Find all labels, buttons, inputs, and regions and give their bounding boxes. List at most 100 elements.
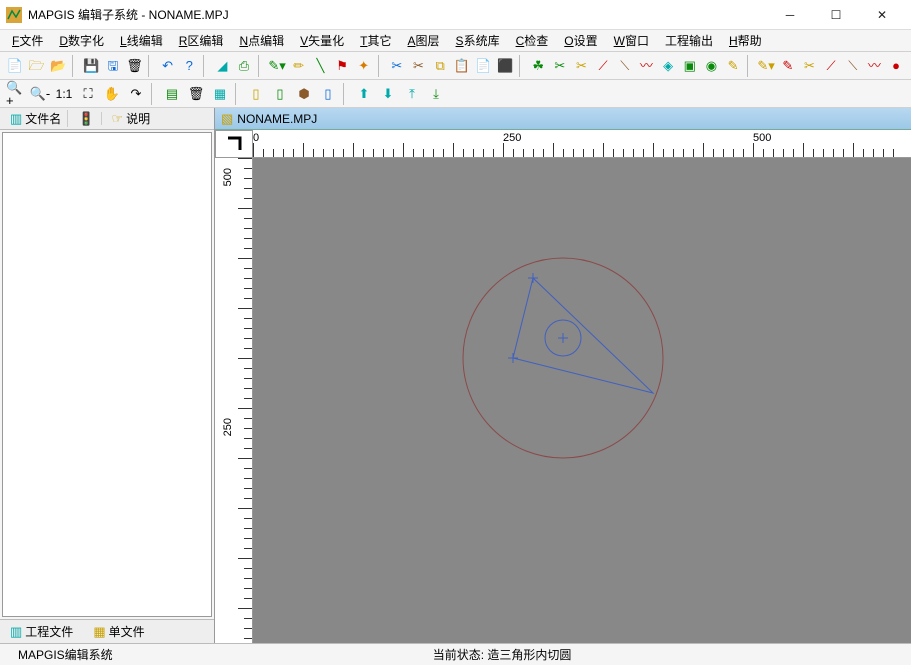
- ground-icon[interactable]: ⤓: [425, 83, 447, 105]
- toolbar-view: 🔍+🔍-1:1⛶✋↷▤🗑▦▯▯⬢▯⬆⬇⤒⤓: [0, 80, 911, 108]
- fill-icon[interactable]: ◉: [702, 55, 722, 77]
- main-area: ▥ 文件名 🚦 ☞ 说明 ▥ 工程文件 ▦ 单文件 ▧: [0, 108, 911, 643]
- project-icon: ▥: [10, 625, 22, 638]
- scissors-b-icon[interactable]: ✂: [572, 55, 592, 77]
- wave-icon[interactable]: 〰: [865, 55, 885, 77]
- status-state-label: 当前状态:: [433, 648, 484, 662]
- brush-icon[interactable]: ✎▾: [267, 55, 287, 77]
- menu-帮助[interactable]: H帮助: [721, 30, 770, 51]
- menu-工程输出[interactable]: 工程输出: [657, 30, 721, 51]
- pan-icon[interactable]: ✋: [101, 83, 123, 105]
- link-icon[interactable]: ☘: [528, 55, 548, 77]
- status-state-value: 造三角形内切圆: [487, 648, 571, 662]
- col-desc-label: 说明: [126, 110, 150, 127]
- work-area: ▧ NONAME.MPJ 0250500 500250: [215, 108, 911, 643]
- angle-a-icon[interactable]: ⟋: [593, 55, 613, 77]
- document-titlebar[interactable]: ▧ NONAME.MPJ: [215, 108, 911, 130]
- menu-文件[interactable]: F文件: [4, 30, 51, 51]
- canvas[interactable]: [253, 158, 893, 628]
- col-status[interactable]: 🚦: [72, 112, 101, 125]
- file-tree[interactable]: [2, 132, 212, 617]
- curve-a-icon[interactable]: 〰: [637, 55, 657, 77]
- window-title: MAPGIS 编辑子系统 - NONAME.MPJ: [28, 6, 767, 23]
- node-icon[interactable]: ◈: [658, 55, 678, 77]
- area-icon[interactable]: ▣: [680, 55, 700, 77]
- line-draw-icon[interactable]: ╲: [311, 55, 331, 77]
- cut-icon[interactable]: ✂: [387, 55, 407, 77]
- minimize-button[interactable]: ─: [767, 1, 813, 29]
- arc-a-icon[interactable]: ⟋: [821, 55, 841, 77]
- arrow-up-icon[interactable]: ⬆: [353, 83, 375, 105]
- traffic-icon: 🚦: [78, 112, 94, 125]
- ruler-corner[interactable]: [215, 130, 253, 158]
- trash-icon[interactable]: 🗑: [185, 83, 207, 105]
- side-header: ▥ 文件名 🚦 ☞ 说明: [0, 108, 214, 130]
- titlebar: MAPGIS 编辑子系统 - NONAME.MPJ ─ ☐ ✕: [0, 0, 911, 30]
- arc-b-icon[interactable]: ⟍: [843, 55, 863, 77]
- open-file-icon[interactable]: 🗁: [27, 55, 47, 77]
- cut-c-icon[interactable]: ✂: [800, 55, 820, 77]
- maximize-button[interactable]: ☐: [813, 1, 859, 29]
- save-icon[interactable]: 💾: [81, 55, 101, 77]
- menu-点编辑[interactable]: N点编辑: [231, 30, 292, 51]
- close-button[interactable]: ✕: [859, 1, 905, 29]
- dot-icon[interactable]: ●: [886, 55, 906, 77]
- menu-设置[interactable]: O设置: [556, 30, 605, 51]
- marker-b-icon[interactable]: ▯: [269, 83, 291, 105]
- col-desc[interactable]: ☞ 说明: [106, 110, 157, 127]
- menu-其它[interactable]: T其它: [352, 30, 399, 51]
- open-icon[interactable]: 📂: [48, 55, 68, 77]
- redo-icon[interactable]: ↷: [125, 83, 147, 105]
- copy-icon[interactable]: ⧉: [430, 55, 450, 77]
- toolbar-main: 📄🗁📂💾🖫🗑↶?◢⎙✎▾✏╲⚑✦✂✂⧉📋📄⬛☘✂✂⟋⟍〰◈▣◉✎✎▾✎✂⟋⟍〰●: [0, 52, 911, 80]
- menu-区编辑[interactable]: R区编辑: [171, 30, 232, 51]
- layer-icon[interactable]: ▤: [161, 83, 183, 105]
- paint-icon[interactable]: ✎: [723, 55, 743, 77]
- print-icon[interactable]: ⎙: [234, 55, 254, 77]
- marker-a-icon[interactable]: ▯: [245, 83, 267, 105]
- ruler-vertical[interactable]: 500250: [215, 158, 253, 643]
- menu-图层[interactable]: A图层: [400, 30, 448, 51]
- marker-d-icon[interactable]: ▯: [317, 83, 339, 105]
- grid-icon[interactable]: ▦: [209, 83, 231, 105]
- eraser-icon[interactable]: ◢: [213, 55, 233, 77]
- help-icon[interactable]: ?: [179, 55, 199, 77]
- angle-b-icon[interactable]: ⟍: [615, 55, 635, 77]
- flash-icon[interactable]: ✦: [354, 55, 374, 77]
- pencil-icon[interactable]: ✏: [289, 55, 309, 77]
- app-icon: [6, 7, 22, 23]
- fit-icon[interactable]: ⛶: [77, 83, 99, 105]
- cut2-icon[interactable]: ✂: [409, 55, 429, 77]
- tab-single[interactable]: ▦ 单文件: [87, 621, 150, 642]
- menu-窗口[interactable]: W窗口: [606, 30, 657, 51]
- pen-b-icon[interactable]: ✎: [778, 55, 798, 77]
- menu-矢量化[interactable]: V矢量化: [292, 30, 352, 51]
- save-all-icon[interactable]: 🖫: [103, 55, 123, 77]
- paste-icon[interactable]: 📋: [452, 55, 472, 77]
- prop-icon[interactable]: 📄: [474, 55, 494, 77]
- side-tabs: ▥ 工程文件 ▦ 单文件: [0, 619, 214, 643]
- flag-icon[interactable]: ⚑: [332, 55, 352, 77]
- attr-icon[interactable]: ⬛: [495, 55, 515, 77]
- undo-icon[interactable]: ↶: [158, 55, 178, 77]
- zoom-in-icon[interactable]: 🔍+: [5, 83, 27, 105]
- canvas-viewport[interactable]: [253, 158, 911, 643]
- align-icon[interactable]: ⤒: [401, 83, 423, 105]
- menu-检查[interactable]: C检查: [508, 30, 557, 51]
- zoom-1-1[interactable]: 1:1: [53, 83, 75, 105]
- menu-数字化[interactable]: D数字化: [51, 30, 112, 51]
- menu-系统库[interactable]: S系统库: [448, 30, 508, 51]
- ruler-horizontal[interactable]: 0250500: [253, 130, 911, 158]
- delete-icon[interactable]: 🗑: [125, 55, 145, 77]
- marker-c-icon[interactable]: ⬢: [293, 83, 315, 105]
- new-icon[interactable]: 📄: [5, 55, 25, 77]
- tab-project[interactable]: ▥ 工程文件: [4, 621, 79, 642]
- scissors-a-icon[interactable]: ✂: [550, 55, 570, 77]
- menu-线编辑[interactable]: L线编辑: [112, 30, 171, 51]
- pen-a-icon[interactable]: ✎▾: [756, 55, 776, 77]
- side-panel: ▥ 文件名 🚦 ☞ 说明 ▥ 工程文件 ▦ 单文件: [0, 108, 215, 643]
- hand-icon: ☞: [112, 112, 124, 125]
- col-filename[interactable]: ▥ 文件名: [4, 110, 68, 127]
- zoom-out-icon[interactable]: 🔍-: [29, 83, 51, 105]
- arrow-down-icon[interactable]: ⬇: [377, 83, 399, 105]
